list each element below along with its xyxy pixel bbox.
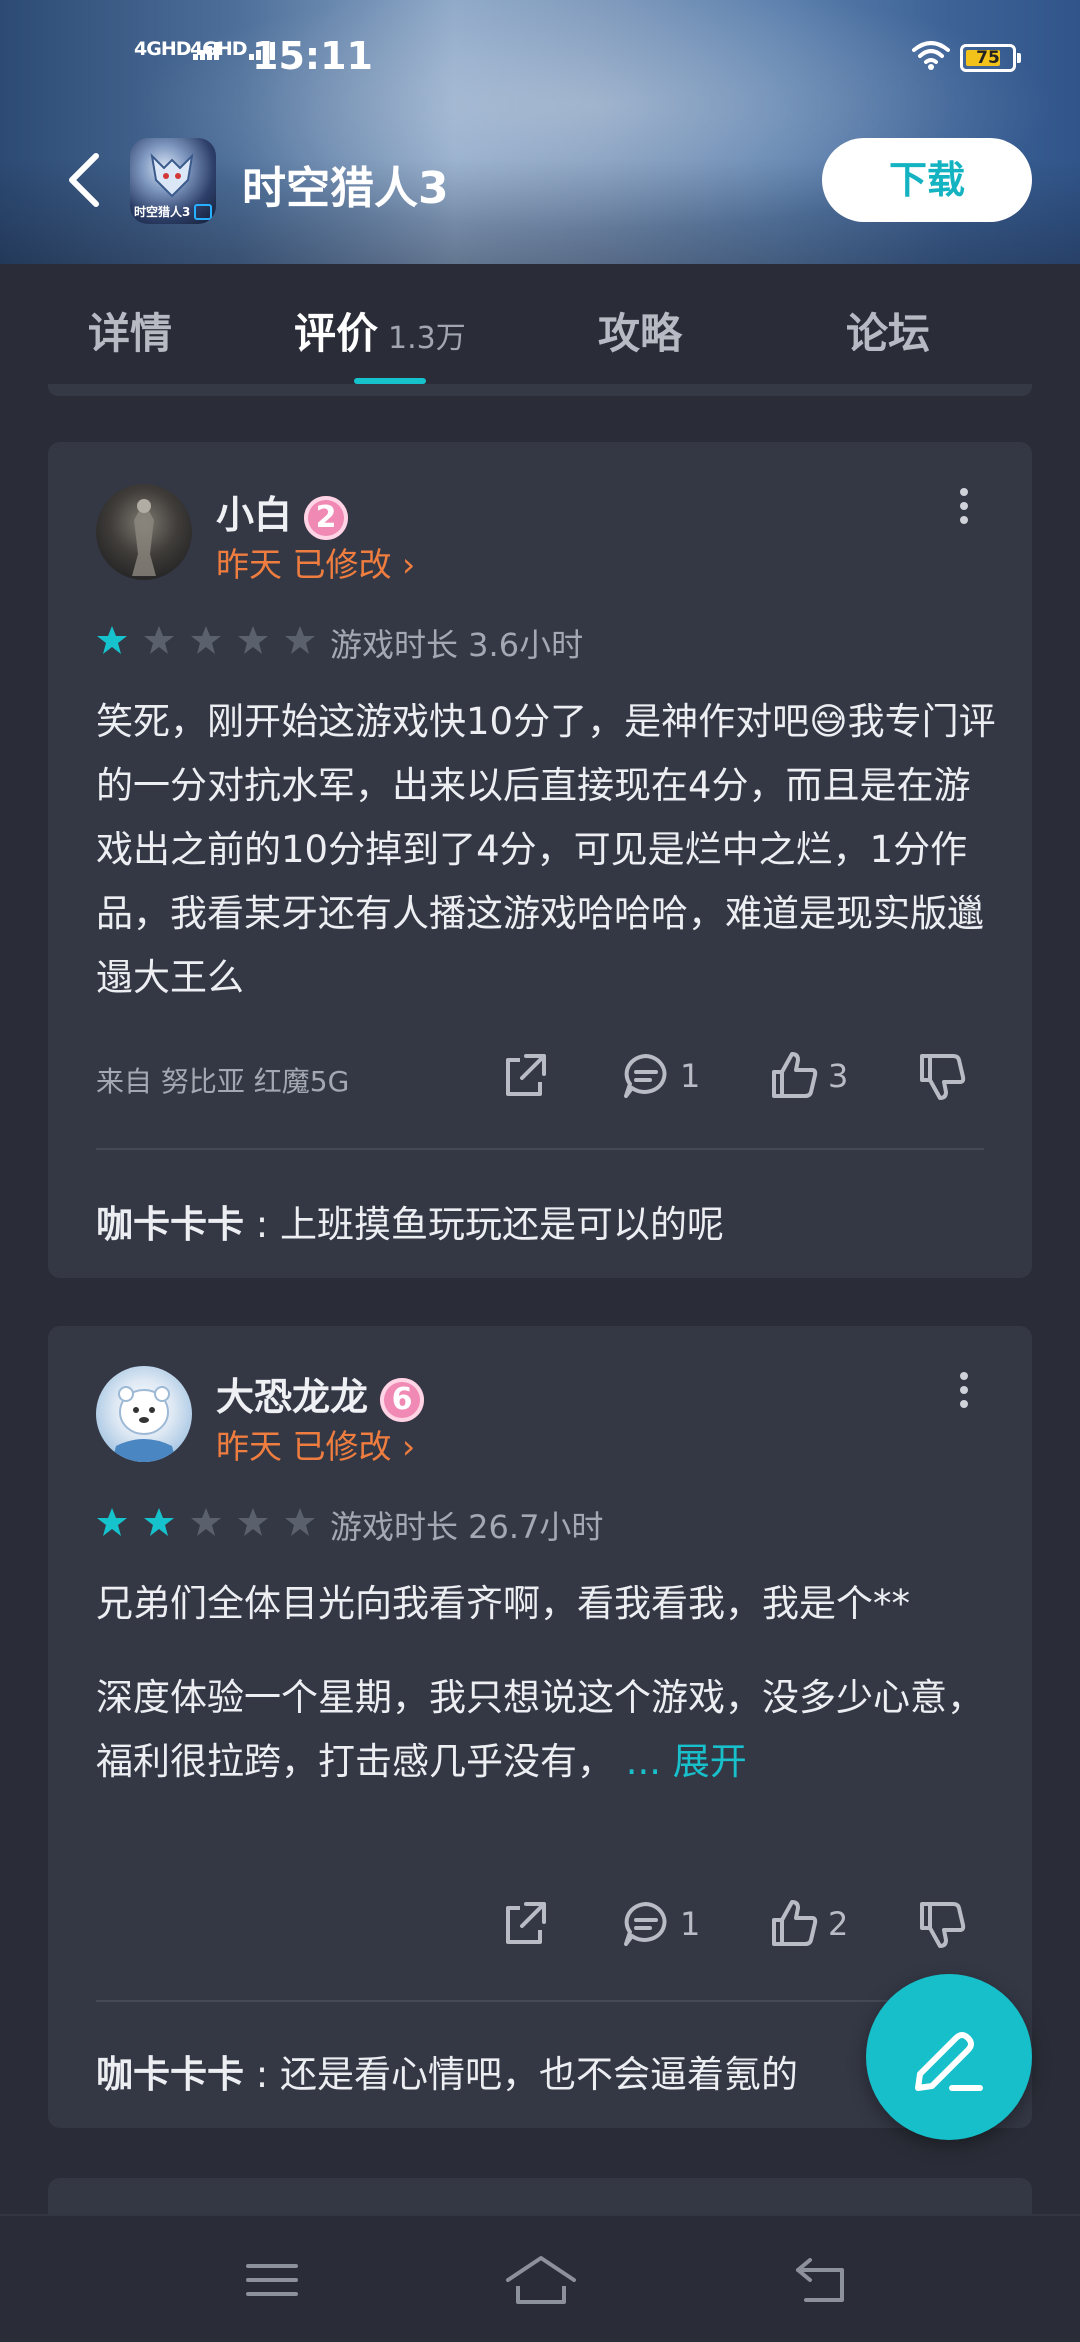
app-title: 时空猎人3 [242,163,449,214]
avatar-figure-icon [132,499,156,576]
review-text-line: 兄弟们全体目光向我看齐啊，看我看我，我是个** [96,1582,910,1625]
divider [96,1148,984,1150]
thumbs-down-icon [920,1054,966,1100]
comment-count: 1 [680,1057,701,1095]
menu-icon[interactable] [242,2252,302,2308]
reply-username: 咖卡卡卡 [96,1203,244,1246]
write-review-button[interactable] [866,1974,1032,2140]
share-icon [506,1054,546,1096]
review-text[interactable]: 笑死，刚开始这游戏快10分了，是神作对吧😅我专门评的一分对抗水军，出来以后直接现… [96,690,996,1010]
star-icon-filled [144,1508,175,1536]
thumbs-up-icon [772,1052,818,1098]
header: 4GHD 4GHD 15:11 75 时空猎人3 时空猎人3 下载 [0,0,1080,264]
wifi-icon [912,41,950,70]
tab-forum[interactable]: 论坛 [846,300,930,361]
tab-reviews[interactable]: 评价 1.3万 [294,300,466,361]
divider [96,2000,984,2002]
app-icon: 时空猎人3 [130,138,216,224]
share-icon [506,1902,546,1944]
thumbs-down-icon [920,1902,966,1948]
more-options-button[interactable] [954,1372,974,1412]
level-badge: 6 [380,1377,425,1422]
comment-button[interactable]: 1 [620,1046,700,1106]
reply-preview[interactable]: 咖卡卡卡 : 上班摸鱼玩玩还是可以的呢 [96,1194,724,1248]
previous-card-edge [48,384,1032,396]
review-date[interactable]: 昨天 已修改 › [216,538,415,586]
star-icon-empty [285,1508,316,1536]
comment-icon [624,1902,667,1946]
battery-level: 75 [976,48,1000,68]
avatar-bear-icon [112,1386,176,1462]
home-icon[interactable] [504,2252,578,2308]
username[interactable]: 小白 2 [216,484,349,540]
review-source-device: 来自 努比亚 红魔5G [96,1065,350,1098]
star-icon-filled [97,626,127,654]
thumbs-up-icon [772,1900,818,1946]
review-date[interactable]: 昨天 已修改 › [216,1420,415,1468]
star-icon-empty [191,626,222,654]
tab-guides[interactable]: 攻略 [598,300,682,361]
tab-bar: 详情 评价 1.3万 攻略 论坛 [0,264,1080,384]
star-icon-empty [144,626,175,654]
battery-icon: 75 [960,44,1021,72]
more-options-button[interactable] [954,488,974,528]
review-text-line: 深度体验一个星期，我只想说这个游戏，没多少心意，福利很拉跨，打击感几乎没有， [96,1676,984,1783]
review-text[interactable]: 兄弟们全体目光向我看齐啊，看我看我，我是个** 深度体验一个星期，我只想说这个游… [96,1572,996,1794]
like-count: 2 [828,1905,849,1943]
back-icon[interactable] [792,2252,852,2308]
dislike-button[interactable] [916,1046,968,1106]
like-count: 3 [828,1057,849,1095]
like-button[interactable]: 3 [768,1046,848,1106]
level-badge: 2 [304,495,349,540]
status-bar: 4GHD 4GHD 15:11 75 [0,0,1080,110]
reply-text: 还是看心情吧，也不会逼着氪的 [280,2053,798,2096]
download-button[interactable]: 下载 [822,138,1032,222]
share-button[interactable] [498,1046,550,1106]
system-nav-bar [0,2214,1080,2342]
star-icon-empty [238,1508,269,1536]
avatar[interactable] [96,484,192,580]
app-header-row: 时空猎人3 时空猎人3 下载 [0,130,1080,230]
playtime: 游戏时长 3.6小时 [330,626,584,664]
tab-details[interactable]: 详情 [88,300,172,361]
status-time: 15:11 [252,34,373,78]
app-icon-label: 时空猎人3 [134,205,191,219]
star-rating [96,624,326,656]
avatar[interactable] [96,1366,192,1462]
expand-link[interactable]: ... 展开 [626,1740,747,1783]
username[interactable]: 大恐龙龙 6 [216,1366,425,1422]
comment-icon [624,1054,667,1098]
edit-pen-icon [915,2032,983,2091]
star-rating [96,1506,326,1538]
dislike-button[interactable] [916,1894,968,1954]
back-button[interactable] [60,150,110,210]
next-review-card-edge [48,2178,1032,2218]
star-icon-empty [191,1508,222,1536]
reply-preview[interactable]: 咖卡卡卡 : 还是看心情吧，也不会逼着氪的 [96,2044,798,2098]
bilibili-badge-icon [194,204,212,220]
reply-text: 上班摸鱼玩玩还是可以的呢 [280,1203,724,1246]
like-button[interactable]: 2 [768,1894,848,1954]
wolf-icon [150,153,194,198]
star-icon-filled [97,1508,127,1536]
comment-button[interactable]: 1 [620,1894,700,1954]
star-icon-empty [285,626,316,654]
reply-username: 咖卡卡卡 [96,2053,244,2096]
playtime: 游戏时长 26.7小时 [330,1508,604,1546]
comment-count: 1 [680,1905,701,1943]
star-icon-empty [238,626,269,654]
review-card: 小白 2 昨天 已修改 › 游戏时长 3.6小时 笑死，刚开始这游戏快10分了，是… [48,442,1032,1278]
share-button[interactable] [498,1894,550,1954]
review-count: 1.3万 [388,321,466,356]
